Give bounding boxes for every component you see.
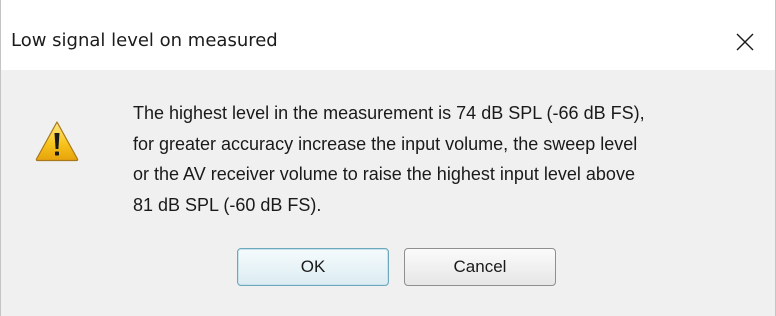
message-line: 81 dB SPL (-60 dB FS). <box>133 194 322 215</box>
dialog-body: The highest level in the measurement is … <box>1 70 775 316</box>
message-line: or the AV receiver volume to raise the h… <box>133 164 635 184</box>
cancel-button[interactable]: Cancel <box>404 248 556 286</box>
close-button[interactable] <box>723 22 767 62</box>
warning-icon <box>35 121 79 162</box>
ok-button[interactable]: OK <box>237 248 389 286</box>
message-dialog: Low signal level on measured The highest… <box>0 0 776 316</box>
dialog-title: Low signal level on measured <box>11 30 278 51</box>
message-line: for greater accuracy increase the input … <box>133 133 638 154</box>
dialog-message: The highest level in the measurement is … <box>133 98 773 220</box>
message-line: The highest level in the measurement is … <box>133 103 645 123</box>
title-bar: Low signal level on measured <box>1 0 775 70</box>
close-icon <box>736 33 754 51</box>
